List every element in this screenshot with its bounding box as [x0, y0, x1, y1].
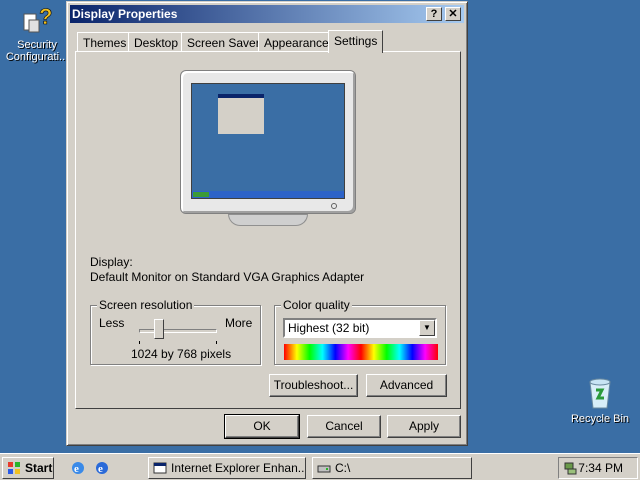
svg-text:e: e [98, 463, 103, 475]
color-quality-title: Color quality [281, 298, 352, 312]
svg-text:e: e [74, 463, 79, 475]
monitor-stand [228, 214, 308, 226]
advanced-button[interactable]: Advanced [366, 374, 447, 397]
quicklaunch-ie-icon[interactable]: e [70, 460, 86, 476]
slider-more-label: More [225, 316, 253, 330]
desktop-icon-security-configuration[interactable]: ? Security Configurati... [2, 4, 72, 63]
display-label: Display: [90, 255, 133, 269]
taskbar: Start e e Internet Explorer Enhan... C:\… [0, 453, 640, 480]
color-quality-select[interactable]: Highest (32 bit) ▼ [283, 318, 437, 338]
windows-logo-icon [8, 462, 20, 474]
ie-window-icon [153, 462, 167, 474]
monitor-power-led [331, 203, 337, 209]
desktop-icon-recycle-bin[interactable]: Recycle Bin [566, 376, 634, 425]
apply-button[interactable]: Apply [387, 415, 461, 438]
color-spectrum-bar [284, 344, 438, 360]
clock[interactable]: 7:34 PM [578, 458, 623, 478]
color-quality-group: Color quality Highest (32 bit) ▼ [274, 298, 446, 365]
tab-settings[interactable]: Settings [328, 30, 384, 53]
window-title: Display Properties [72, 7, 178, 21]
troubleshoot-button[interactable]: Troubleshoot... [269, 374, 358, 397]
display-value: Default Monitor on Standard VGA Graphics… [90, 270, 365, 284]
slider-track [139, 329, 217, 333]
security-config-icon: ? [23, 4, 53, 33]
task-internet-explorer[interactable]: Internet Explorer Enhan... [148, 457, 306, 479]
title-bar[interactable]: Display Properties ? ✕ [70, 5, 464, 23]
system-tray: 7:34 PM [558, 457, 638, 479]
monitor-screen [191, 83, 345, 199]
tab-screen-saver[interactable]: Screen Saver [181, 32, 266, 52]
slider-ticks [139, 341, 217, 344]
svg-text:?: ? [39, 4, 52, 29]
color-quality-selected: Highest (32 bit) [288, 321, 370, 335]
preview-taskbar [192, 191, 344, 198]
task-drive-c[interactable]: C:\ [312, 457, 472, 479]
recycle-bin-icon [589, 378, 611, 409]
display-properties-window: Display Properties ? ✕ Themes Desktop Sc… [66, 1, 468, 446]
screen-resolution-group: Screen resolution Less More 1024 by 768 … [90, 298, 261, 365]
tab-desktop[interactable]: Desktop [128, 32, 185, 52]
quicklaunch-outlook-icon[interactable]: e [94, 460, 110, 476]
resolution-slider[interactable] [127, 306, 219, 346]
task-label: Internet Explorer Enhan... [171, 461, 306, 475]
slider-less-label: Less [99, 316, 125, 330]
preview-window [218, 94, 264, 134]
ok-button[interactable]: OK [224, 414, 300, 439]
close-button[interactable]: ✕ [445, 7, 461, 21]
tab-themes[interactable]: Themes [77, 32, 133, 52]
start-label: Start [25, 461, 53, 475]
start-button[interactable]: Start [2, 457, 54, 479]
help-button[interactable]: ? [426, 7, 442, 21]
task-label: C:\ [335, 461, 351, 475]
cancel-button[interactable]: Cancel [307, 415, 381, 438]
drive-icon [317, 465, 331, 473]
tab-appearance[interactable]: Appearance [258, 32, 335, 52]
desktop-icon-label: Recycle Bin [570, 413, 630, 425]
network-tray-icon[interactable] [563, 461, 577, 475]
resolution-value: 1024 by 768 pixels [131, 347, 232, 361]
slider-thumb[interactable] [153, 319, 164, 339]
desktop-icon-label: Security Configurati... [5, 39, 69, 63]
monitor-preview [180, 70, 356, 214]
chevron-down-icon[interactable]: ▼ [419, 320, 435, 336]
